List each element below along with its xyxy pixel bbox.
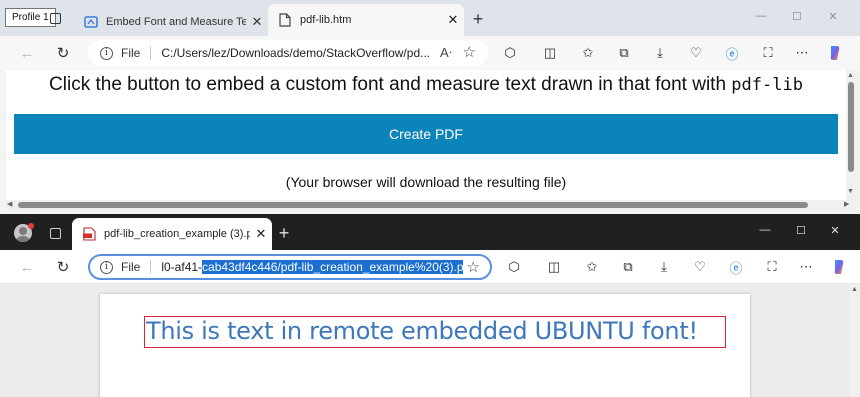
new-tab-button[interactable]: + bbox=[468, 10, 488, 30]
url-text-selected: cab43df4c446/pdf-lib_creation_example%20… bbox=[202, 260, 474, 274]
favorites-icon[interactable]: ✩ bbox=[582, 258, 602, 276]
browser-essentials-icon[interactable]: ♡ bbox=[690, 258, 710, 276]
scrollbar-thumb[interactable] bbox=[18, 202, 808, 208]
favorites-icon[interactable]: ✩ bbox=[578, 44, 598, 62]
tab-label: pdf-lib.htm bbox=[300, 14, 352, 26]
avatar-head bbox=[19, 227, 27, 235]
web-page-content: Click the button to embed a custom font … bbox=[6, 70, 846, 200]
vertical-scrollbar[interactable]: ▲ ▼ bbox=[846, 70, 856, 200]
horizontal-scrollbar[interactable]: ◀ ▶ bbox=[6, 200, 856, 210]
maximize-button[interactable]: ☐ bbox=[780, 0, 814, 32]
back-button[interactable]: ← bbox=[16, 257, 38, 277]
pdf-embedded-font-text: This is text in remote embedded UBUNTU f… bbox=[144, 316, 726, 348]
tab-strip: Profile 1 Embed Font and Measure Text (p… bbox=[0, 0, 860, 36]
download-note-text: (Your browser will download the resultin… bbox=[285, 174, 567, 190]
profile-tooltip: Profile 1 bbox=[5, 8, 56, 27]
split-screen-icon[interactable]: ◫ bbox=[540, 44, 560, 62]
screenshot-icon[interactable]: ⛶ bbox=[762, 258, 782, 276]
collections-icon[interactable]: ⧉ bbox=[618, 258, 638, 276]
tab-strip: pdf-lib_creation_example (3).pdf ✕ + — ☐… bbox=[0, 214, 860, 250]
edge-bar-icon[interactable]: ⓔ bbox=[726, 258, 746, 276]
url-text-prefix: l0-af41- bbox=[161, 260, 203, 274]
read-aloud-icon[interactable]: Aᐧ bbox=[440, 45, 452, 61]
refresh-button[interactable]: ↻ bbox=[52, 257, 74, 277]
screenshot-icon[interactable]: ⛶ bbox=[758, 44, 778, 62]
scroll-up-arrow-icon[interactable]: ▲ bbox=[851, 286, 858, 293]
tab-actions-icon[interactable] bbox=[50, 13, 61, 24]
info-icon: i bbox=[100, 260, 113, 274]
new-tab-button[interactable]: + bbox=[274, 224, 294, 244]
url-field[interactable]: i File C:/Users/lez/Downloads/demo/Stack… bbox=[88, 40, 488, 66]
pdf-page: This is text in remote embedded UBUNTU f… bbox=[100, 294, 750, 397]
plus-icon: + bbox=[472, 9, 484, 29]
downloads-icon[interactable]: ⤓ bbox=[650, 44, 670, 62]
tab-embed-font[interactable]: Embed Font and Measure Text (p ✕ bbox=[74, 6, 268, 38]
download-note: (Your browser will download the resultin… bbox=[6, 174, 846, 190]
copilot-icon[interactable] bbox=[826, 44, 846, 62]
pdf-text: This is text in remote embedded UBUNTU f… bbox=[146, 317, 698, 345]
more-menu-icon[interactable]: ⋯ bbox=[796, 258, 816, 276]
bottom-browser-window: pdf-lib_creation_example (3).pdf ✕ + — ☐… bbox=[0, 214, 860, 397]
minimize-button[interactable]: — bbox=[744, 0, 778, 32]
tab-pdf-example[interactable]: pdf-lib_creation_example (3).pdf ✕ bbox=[72, 218, 272, 250]
split-screen-icon[interactable]: ◫ bbox=[544, 258, 564, 276]
profile-tooltip-label: Profile 1 bbox=[12, 12, 49, 23]
protocol-label: File bbox=[121, 260, 141, 274]
address-bar: ← ↻ i File C:/Users/lez/Downloads/demo/S… bbox=[0, 36, 860, 70]
create-pdf-button-label: Create PDF bbox=[389, 126, 463, 142]
heading-code: pdf-lib bbox=[731, 75, 803, 95]
back-button[interactable]: ← bbox=[16, 43, 38, 63]
refresh-button[interactable]: ↻ bbox=[52, 43, 74, 63]
vertical-scrollbar[interactable]: ▲ bbox=[850, 284, 860, 397]
plus-icon: + bbox=[278, 223, 290, 243]
copilot-icon[interactable] bbox=[830, 258, 850, 276]
scrollbar-thumb[interactable] bbox=[848, 82, 854, 172]
collections-icon[interactable]: ⧉ bbox=[614, 44, 634, 62]
page-favicon-icon bbox=[84, 15, 98, 29]
scroll-down-arrow-icon[interactable]: ▼ bbox=[847, 188, 854, 195]
create-pdf-button[interactable]: Create PDF bbox=[14, 114, 838, 154]
info-icon: i bbox=[100, 46, 113, 60]
url-field[interactable]: i File l0-af41- cab43df4c446/pdf-lib_cre… bbox=[88, 254, 492, 280]
notification-dot bbox=[28, 223, 34, 229]
document-icon bbox=[278, 13, 292, 27]
close-tab-icon[interactable]: ✕ bbox=[250, 226, 272, 242]
url-separator bbox=[150, 260, 152, 274]
close-window-button[interactable]: ✕ bbox=[818, 214, 852, 246]
address-bar: ← ↻ i File l0-af41- cab43df4c446/pdf-lib… bbox=[0, 250, 860, 284]
tab-label: pdf-lib_creation_example (3).pdf bbox=[104, 228, 250, 240]
favorite-star-icon[interactable]: ☆ bbox=[463, 43, 476, 61]
top-browser-window: Profile 1 Embed Font and Measure Text (p… bbox=[0, 0, 860, 214]
favorite-star-icon[interactable]: ☆ bbox=[462, 258, 480, 276]
close-tab-icon[interactable]: ✕ bbox=[246, 14, 268, 30]
scroll-up-arrow-icon[interactable]: ▲ bbox=[847, 72, 854, 79]
extensions-icon[interactable]: ⬡ bbox=[504, 258, 524, 276]
browser-essentials-icon[interactable]: ♡ bbox=[686, 44, 706, 62]
close-window-button[interactable]: ✕ bbox=[816, 0, 850, 32]
avatar-body bbox=[16, 236, 30, 242]
maximize-button[interactable]: ☐ bbox=[784, 214, 818, 246]
tab-pdf-lib[interactable]: pdf-lib.htm ✕ bbox=[268, 4, 464, 36]
tab-actions-icon[interactable] bbox=[50, 228, 61, 239]
protocol-label: File bbox=[121, 46, 141, 60]
minimize-button[interactable]: — bbox=[748, 214, 782, 246]
scroll-left-arrow-icon[interactable]: ◀ bbox=[7, 200, 12, 208]
extensions-icon[interactable]: ⬡ bbox=[500, 44, 520, 62]
pdf-viewer: This is text in remote embedded UBUNTU f… bbox=[0, 284, 860, 397]
pdf-file-icon bbox=[82, 227, 96, 241]
edge-bar-icon[interactable]: ⓔ bbox=[722, 44, 742, 62]
scroll-right-arrow-icon[interactable]: ▶ bbox=[844, 200, 849, 208]
page-heading: Click the button to embed a custom font … bbox=[6, 74, 846, 96]
tab-label: Embed Font and Measure Text (p bbox=[106, 16, 246, 28]
downloads-icon[interactable]: ⤓ bbox=[654, 258, 674, 276]
more-menu-icon[interactable]: ⋯ bbox=[792, 44, 812, 62]
url-separator bbox=[150, 46, 152, 60]
close-tab-icon[interactable]: ✕ bbox=[442, 12, 464, 28]
heading-text: Click the button to embed a custom font … bbox=[49, 74, 727, 95]
url-text: C:/Users/lez/Downloads/demo/StackOverflo… bbox=[161, 46, 431, 60]
